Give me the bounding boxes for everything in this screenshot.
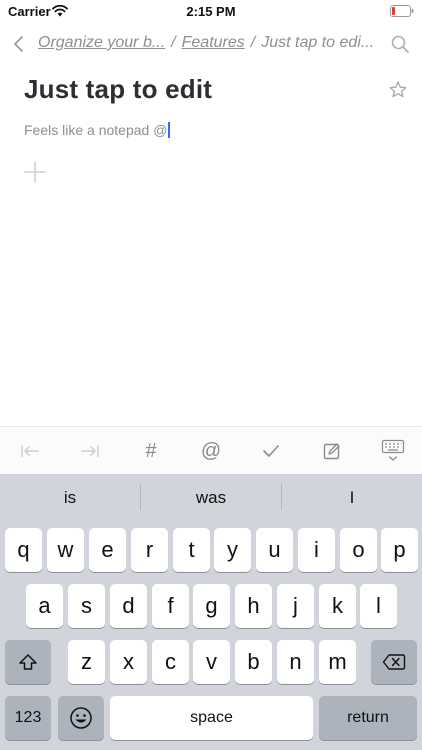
editor-toolbar: # @	[0, 426, 422, 474]
key-p[interactable]: p	[381, 528, 418, 572]
text-cursor	[168, 122, 171, 138]
numbers-key[interactable]: 123	[5, 696, 51, 740]
key-b[interactable]: b	[235, 640, 272, 684]
prediction-2[interactable]: was	[141, 488, 281, 508]
key-x[interactable]: x	[110, 640, 147, 684]
note-body-editor[interactable]: Feels like a notepad @	[24, 122, 394, 142]
checkmark-icon	[263, 445, 279, 457]
status-bar: Carrier 2:15 PM	[0, 0, 422, 24]
key-o[interactable]: o	[340, 528, 377, 572]
breadcrumb-link-organize[interactable]: Organize your b...	[38, 34, 165, 51]
emoji-face-icon	[70, 707, 92, 729]
search-icon[interactable]	[390, 34, 410, 54]
breadcrumb-link-features[interactable]: Features	[182, 34, 245, 51]
breadcrumb-current: Just tap to edi...	[261, 34, 375, 51]
key-v[interactable]: v	[193, 640, 230, 684]
breadcrumb-separator: /	[171, 34, 176, 51]
space-key[interactable]: space	[110, 696, 313, 740]
dismiss-keyboard-button[interactable]	[378, 437, 408, 465]
key-n[interactable]: n	[277, 640, 314, 684]
pencil-square-icon	[323, 443, 340, 460]
mention-button[interactable]: @	[197, 437, 225, 465]
key-k[interactable]: k	[319, 584, 356, 628]
keyboard-hide-icon	[381, 439, 405, 461]
mention-icon: @	[200, 439, 222, 462]
key-u[interactable]: u	[256, 528, 293, 572]
key-s[interactable]: s	[68, 584, 105, 628]
indent-icon	[81, 445, 99, 457]
status-time: 2:15 PM	[186, 4, 236, 19]
key-i[interactable]: i	[298, 528, 335, 572]
star-icon[interactable]	[388, 80, 408, 100]
key-g[interactable]: g	[193, 584, 230, 628]
outdent-icon	[21, 445, 39, 457]
key-l[interactable]: l	[360, 584, 397, 628]
key-a[interactable]: a	[26, 584, 63, 628]
note-title[interactable]: Just tap to edit	[24, 74, 212, 105]
navigation-bar: Organize your b... / Features / Just tap to …	[0, 28, 422, 60]
hashtag-icon: #	[145, 439, 157, 462]
shift-key[interactable]	[5, 640, 51, 684]
indent-button[interactable]	[76, 437, 104, 465]
checkbox-button[interactable]	[257, 437, 285, 465]
backspace-icon	[382, 654, 406, 670]
key-w[interactable]: w	[47, 528, 84, 572]
key-r[interactable]: r	[131, 528, 168, 572]
battery-icon	[390, 5, 414, 17]
key-z[interactable]: z	[68, 640, 105, 684]
breadcrumb-separator: /	[250, 34, 256, 51]
key-d[interactable]: d	[110, 584, 147, 628]
delete-key[interactable]	[371, 640, 417, 684]
software-keyboard: is was I q w e r t y u i o p a s d f g h…	[0, 474, 422, 750]
back-chevron-icon[interactable]	[12, 34, 26, 54]
shift-icon	[19, 654, 37, 670]
key-e[interactable]: e	[89, 528, 126, 572]
emoji-key[interactable]	[58, 696, 104, 740]
key-y[interactable]: y	[214, 528, 251, 572]
hashtag-button[interactable]: #	[137, 437, 165, 465]
key-t[interactable]: t	[173, 528, 210, 572]
key-m[interactable]: m	[319, 640, 356, 684]
return-key[interactable]: return	[319, 696, 417, 740]
edit-note-button[interactable]	[318, 437, 346, 465]
prediction-1[interactable]: is	[0, 488, 140, 508]
key-c[interactable]: c	[152, 640, 189, 684]
key-h[interactable]: h	[235, 584, 272, 628]
key-f[interactable]: f	[152, 584, 189, 628]
outdent-button[interactable]	[16, 437, 44, 465]
breadcrumb: Organize your b... / Features / Just tap to …	[38, 34, 378, 54]
predictive-text-bar: is was I	[0, 474, 422, 524]
prediction-3[interactable]: I	[282, 488, 422, 508]
key-j[interactable]: j	[277, 584, 314, 628]
note-body-text: Feels like a notepad @	[24, 122, 168, 138]
key-q[interactable]: q	[5, 528, 42, 572]
add-block-plus-icon[interactable]	[24, 161, 46, 183]
